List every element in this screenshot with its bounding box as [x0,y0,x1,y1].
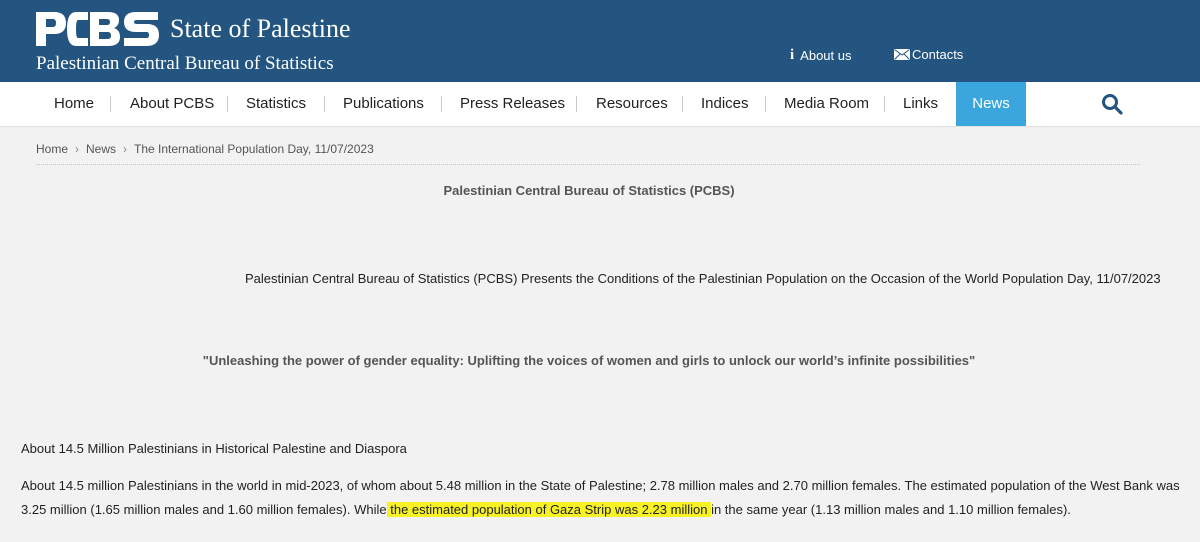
site-logo[interactable]: State of Palestine [36,10,351,48]
nav-item-home[interactable]: Home [54,82,94,126]
nav-separator [576,96,577,112]
nav-item-indices[interactable]: Indices [701,82,749,126]
highlighted-text: the estimated population of Gaza Strip w… [386,502,712,517]
breadcrumb-divider [36,164,1140,165]
nav-item-media-room[interactable]: Media Room [784,82,869,126]
chevron-right-icon: › [75,142,80,156]
info-icon: i [790,47,795,63]
envelope-icon [894,49,910,60]
chevron-right-icon: › [123,142,128,156]
nav-item-links[interactable]: Links [903,82,938,126]
nav-item-news[interactable]: News [956,82,1026,126]
pcbs-logo-icon [36,12,159,46]
theme-quote: "Unleashing the power of gender equality… [202,353,976,368]
breadcrumb-current: The International Population Day, 11/07/… [134,142,374,156]
site-header: State of Palestine Palestinian Central B… [0,0,1200,82]
paragraph-text-end: in the same year (1.13 million males and… [711,502,1071,517]
about-us-label: About us [800,48,852,63]
nav-separator [441,96,442,112]
nav-item-resources[interactable]: Resources [596,82,668,126]
state-name: State of Palestine [170,14,351,43]
body-paragraph: About 14.5 million Palestinians in the w… [21,474,1181,522]
nav-separator [884,96,885,112]
contacts-label: Contacts [912,47,964,62]
nav-item-statistics[interactable]: Statistics [246,82,306,126]
nav-separator [227,96,228,112]
nav-separator [110,96,111,112]
nav-separator [765,96,766,112]
main-nav: Home About PCBS Statistics Publications … [0,82,1200,127]
nav-item-about-pcbs[interactable]: About PCBS [130,82,214,126]
org-title: Palestinian Central Bureau of Statistics… [443,183,735,198]
press-release-title: Palestinian Central Bureau of Statistics… [245,271,1161,286]
section-heading: About 14.5 Million Palestinians in Histo… [21,441,407,456]
breadcrumb-news[interactable]: News [86,142,116,156]
org-name: Palestinian Central Bureau of Statistics [36,53,334,74]
contacts-link[interactable]: Contacts [894,47,963,62]
about-us-link[interactable]: i About us [790,47,852,64]
breadcrumb-home[interactable]: Home [36,142,68,156]
nav-separator [324,96,325,112]
nav-item-publications[interactable]: Publications [343,82,424,126]
search-icon[interactable] [1100,92,1124,116]
nav-item-press-releases[interactable]: Press Releases [460,82,565,126]
breadcrumb: Home › News › The International Populati… [36,142,374,156]
nav-separator [682,96,683,112]
